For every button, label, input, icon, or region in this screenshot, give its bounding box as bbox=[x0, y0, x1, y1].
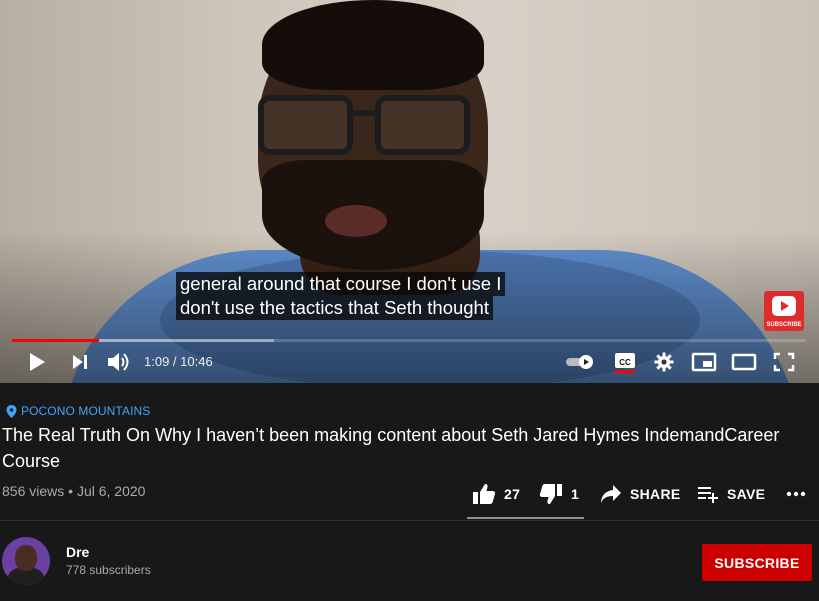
theater-icon bbox=[731, 353, 757, 371]
location-pin-icon bbox=[6, 404, 17, 418]
play-button[interactable] bbox=[24, 349, 50, 375]
fullscreen-button[interactable] bbox=[770, 349, 798, 375]
video-title: The Real Truth On Why I haven’t been mak… bbox=[2, 425, 780, 471]
autoplay-toggle[interactable] bbox=[564, 349, 596, 375]
mute-button[interactable] bbox=[106, 349, 132, 375]
save-button[interactable]: SAVE bbox=[697, 482, 765, 506]
dislike-button[interactable]: 1 bbox=[539, 482, 579, 506]
share-icon bbox=[601, 485, 621, 503]
fullscreen-icon bbox=[773, 352, 795, 372]
channel-avatar[interactable] bbox=[2, 537, 50, 585]
location-label: POCONO MOUNTAINS bbox=[21, 404, 151, 418]
dislike-count: 1 bbox=[571, 486, 580, 502]
save-to-playlist-icon bbox=[698, 487, 718, 503]
settings-button[interactable] bbox=[651, 349, 677, 375]
youtube-logo-icon bbox=[772, 296, 796, 316]
share-label: SHARE bbox=[630, 486, 681, 502]
video-meta: 856 views • Jul 6, 2020 bbox=[2, 483, 145, 499]
autoplay-toggle-icon bbox=[566, 355, 593, 369]
sentiment-bar bbox=[467, 517, 584, 519]
caption-line: don't use the tactics that Seth thought bbox=[176, 296, 493, 320]
video-overlay-gradient bbox=[0, 0, 819, 383]
meta-separator: • bbox=[68, 483, 74, 499]
thumbs-up-icon bbox=[473, 484, 496, 504]
subscribe-watermark[interactable]: SUBSCRIBE bbox=[764, 291, 804, 331]
cc-icon: CC bbox=[615, 353, 635, 373]
more-actions-button[interactable] bbox=[786, 482, 806, 506]
captions-button[interactable]: CC bbox=[612, 349, 638, 375]
avatar-face bbox=[15, 545, 37, 571]
like-button[interactable]: 27 bbox=[472, 482, 520, 506]
watermark-label: SUBSCRIBE bbox=[766, 322, 802, 328]
progress-bar[interactable] bbox=[12, 339, 806, 342]
share-button[interactable]: SHARE bbox=[600, 482, 681, 506]
channel-name[interactable]: Dre bbox=[66, 544, 89, 560]
miniplayer-button[interactable] bbox=[690, 349, 718, 375]
next-icon bbox=[73, 355, 87, 369]
location-link[interactable]: POCONO MOUNTAINS bbox=[6, 404, 150, 418]
progress-played bbox=[12, 339, 100, 342]
video-player[interactable]: general around that course I don't use I… bbox=[0, 0, 819, 383]
settings-icon bbox=[654, 352, 674, 372]
miniplayer-icon bbox=[691, 352, 717, 372]
divider bbox=[0, 520, 819, 521]
caption-line: general around that course I don't use I bbox=[176, 272, 506, 296]
subscriber-count: 778 subscribers bbox=[66, 563, 151, 577]
time-display: 1:09 / 10:46 bbox=[144, 354, 213, 369]
captions-window: general around that course I don't use I… bbox=[176, 272, 506, 320]
more-icon bbox=[786, 491, 806, 497]
thumbs-down-icon bbox=[539, 484, 562, 504]
svg-text:CC: CC bbox=[619, 358, 631, 367]
save-label: SAVE bbox=[727, 486, 766, 502]
play-icon bbox=[30, 353, 45, 371]
view-count: 856 views bbox=[2, 483, 65, 499]
publish-date: Jul 6, 2020 bbox=[76, 483, 146, 499]
theater-mode-button[interactable] bbox=[730, 349, 758, 375]
volume-icon bbox=[108, 353, 129, 371]
subscribe-button[interactable]: SUBSCRIBE bbox=[702, 544, 812, 581]
next-button[interactable] bbox=[67, 349, 93, 375]
like-count: 27 bbox=[504, 486, 521, 502]
